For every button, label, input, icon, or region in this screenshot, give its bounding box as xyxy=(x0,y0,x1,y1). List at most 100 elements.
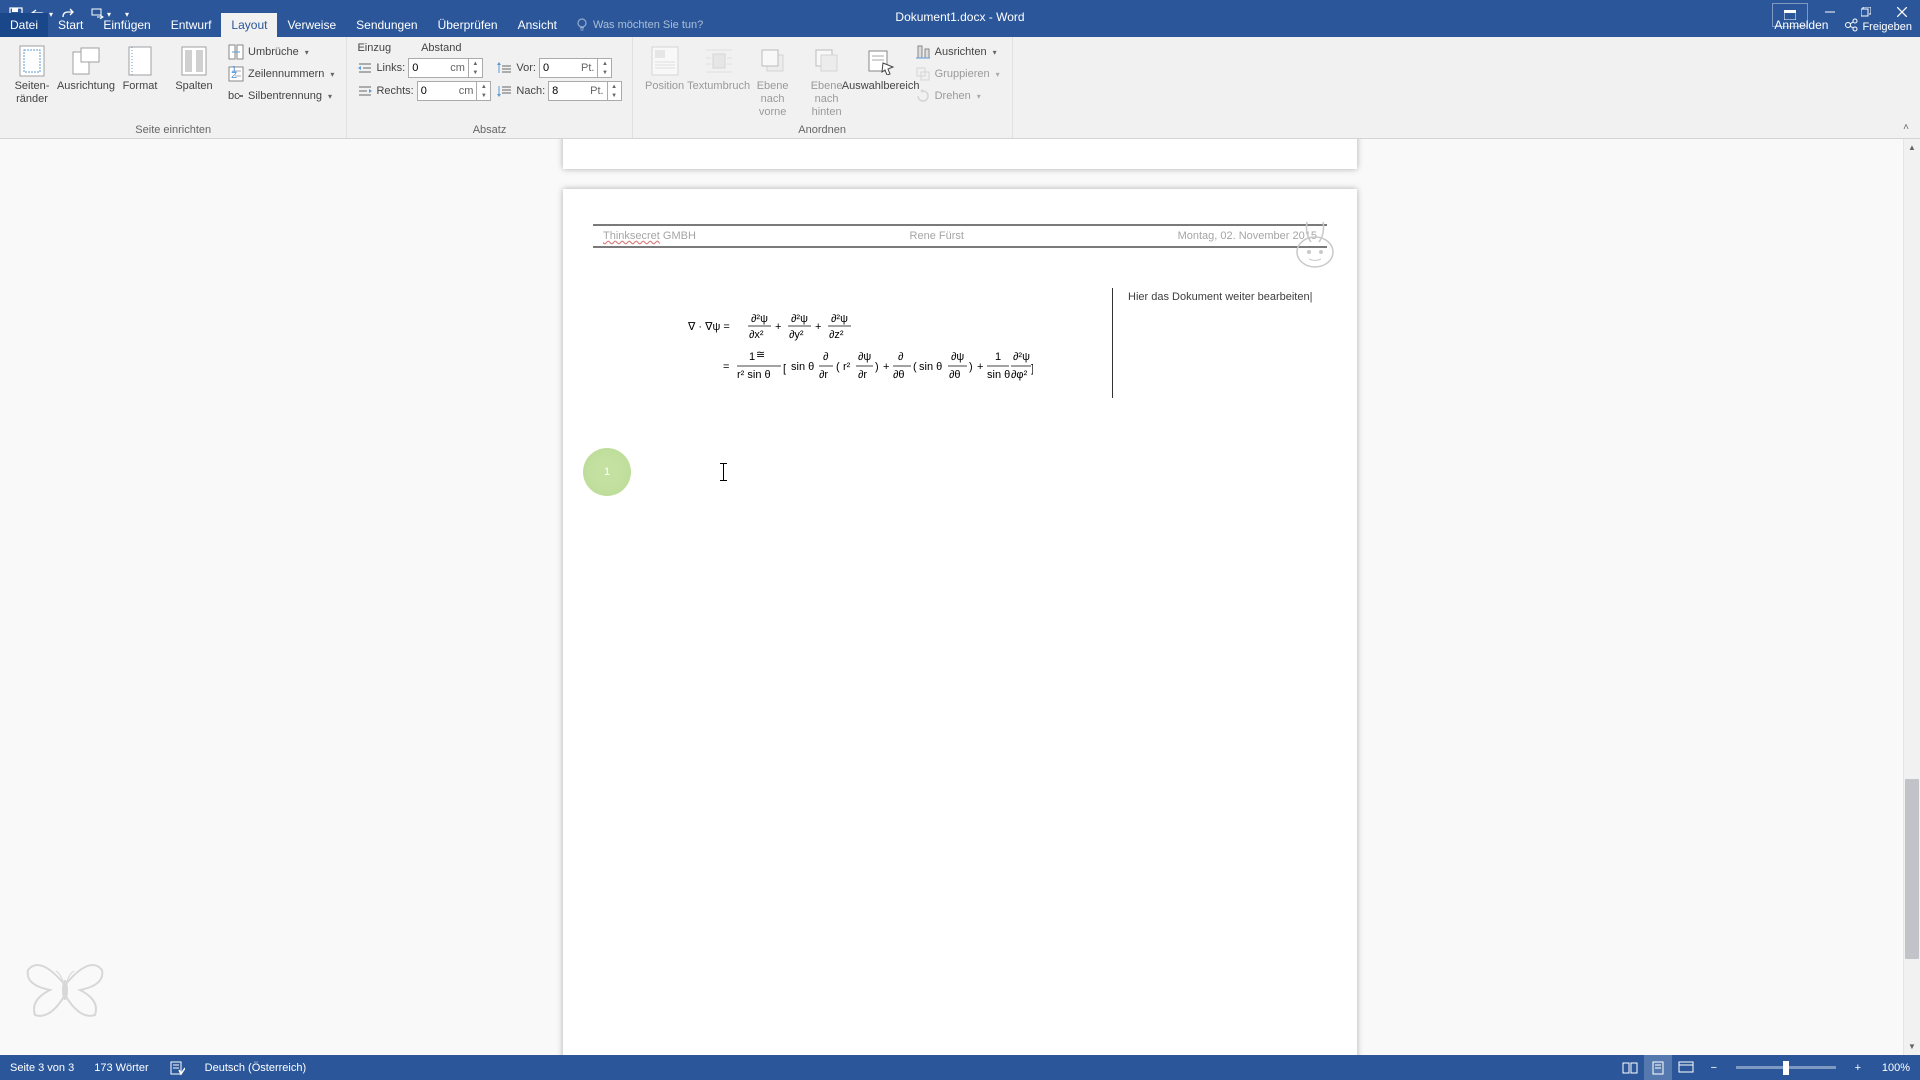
svg-text:sin θ: sin θ xyxy=(919,361,942,373)
svg-text:+: + xyxy=(977,361,983,373)
svg-text:∂r: ∂r xyxy=(819,369,828,381)
text-cursor-icon xyxy=(723,463,724,481)
orientation-icon xyxy=(70,45,102,77)
page-body: ∇ · ∇ψ = ∂²ψ∂x² + ∂²ψ∂y² + ∂²ψ∂z² = 1≅r²… xyxy=(593,288,1327,398)
svg-text:bc: bc xyxy=(228,90,240,102)
header-author: Rene Fürst xyxy=(910,230,964,242)
svg-text:∂ψ: ∂ψ xyxy=(951,351,964,363)
svg-text:): ) xyxy=(969,361,973,373)
tab-verweise[interactable]: Verweise xyxy=(277,13,346,37)
svg-text:r²: r² xyxy=(843,361,851,373)
scroll-thumb[interactable] xyxy=(1905,779,1919,959)
position-icon xyxy=(649,45,681,77)
svg-text:∂²ψ: ∂²ψ xyxy=(791,313,808,325)
svg-text:sin θ: sin θ xyxy=(987,369,1010,381)
tab-einfuegen[interactable]: Einfügen xyxy=(93,13,160,37)
tab-layout[interactable]: Layout xyxy=(221,13,277,37)
svg-text:∂: ∂ xyxy=(898,351,904,363)
proofing-icon xyxy=(169,1060,185,1076)
spalten-button[interactable]: Spalten xyxy=(168,40,220,122)
svg-text:[: [ xyxy=(783,363,786,375)
svg-text:∂: ∂ xyxy=(823,351,829,363)
auswahlbereich-button[interactable]: Auswahlbereich xyxy=(855,40,907,122)
links-spinner[interactable]: cm▲▼ xyxy=(408,58,483,78)
freigeben-button[interactable]: Freigeben xyxy=(1836,13,1920,38)
silbentrennung-button[interactable]: bcSilbentrennung▾ xyxy=(224,86,338,106)
svg-text:(: ( xyxy=(836,361,840,373)
zoom-level[interactable]: 100% xyxy=(1872,1055,1920,1080)
document-area: S. 1 Rene Fürst Thinksecret GMBH Rene Fü… xyxy=(0,139,1920,1055)
scroll-up-button[interactable]: ▲ xyxy=(1904,139,1920,156)
svg-text:1: 1 xyxy=(995,351,1001,363)
status-words[interactable]: 173 Wörter xyxy=(84,1055,158,1080)
status-page[interactable]: Seite 3 von 3 xyxy=(0,1055,84,1080)
spacing-before-icon xyxy=(497,60,513,76)
status-language[interactable]: Deutsch (Österreich) xyxy=(195,1055,316,1080)
page-header: Thinksecret GMBH Rene Fürst Montag, 02. … xyxy=(593,224,1327,248)
svg-text:∂y²: ∂y² xyxy=(789,329,804,341)
drehen-button: Drehen▾ xyxy=(911,86,1004,106)
vor-label: Vor: xyxy=(516,62,536,74)
body-left-column[interactable]: ∇ · ∇ψ = ∂²ψ∂x² + ∂²ψ∂y² + ∂²ψ∂z² = 1≅r²… xyxy=(593,288,1112,398)
spacing-after-icon xyxy=(497,83,513,99)
view-print-button[interactable] xyxy=(1644,1055,1672,1080)
breaks-icon xyxy=(228,44,244,60)
margins-icon xyxy=(16,45,48,77)
body-right-sidebar[interactable]: Hier das Dokument weiter bearbeiten| xyxy=(1112,288,1327,398)
vertical-scrollbar[interactable]: ▲ ▼ xyxy=(1903,139,1920,1055)
svg-text:(: ( xyxy=(913,361,917,373)
zoom-slider-thumb[interactable] xyxy=(1783,1061,1789,1075)
gruppieren-button: Gruppieren▾ xyxy=(911,64,1004,84)
header-company: Thinksecret GMBH xyxy=(603,230,696,242)
wrap-text-icon xyxy=(703,45,735,77)
textumbruch-button: Textumbruch xyxy=(693,40,745,122)
ausrichten-button[interactable]: Ausrichten▾ xyxy=(911,42,1004,62)
svg-text:r² sin θ: r² sin θ xyxy=(737,369,771,381)
scroll-down-button[interactable]: ▼ xyxy=(1904,1038,1920,1055)
nach-spinner[interactable]: Pt.▲▼ xyxy=(548,81,621,101)
ribbon: Seiten- ränder Ausrichtung Format Spalte… xyxy=(0,37,1920,139)
send-backward-icon xyxy=(811,45,843,77)
group-icon xyxy=(915,66,931,82)
indent-right-icon xyxy=(357,83,373,99)
zoom-slider[interactable] xyxy=(1736,1066,1836,1069)
tab-datei[interactable]: Datei xyxy=(0,13,48,37)
collapse-ribbon-button[interactable]: ˄ xyxy=(1896,120,1916,134)
umbrueche-button[interactable]: Umbrüche▾ xyxy=(224,42,338,62)
tell-me-search[interactable]: Was möchten Sie tun? xyxy=(567,13,711,37)
page-current[interactable]: Thinksecret GMBH Rene Fürst Montag, 02. … xyxy=(563,189,1357,1055)
rechts-spinner[interactable]: cm▲▼ xyxy=(417,81,492,101)
svg-text:∂²ψ: ∂²ψ xyxy=(751,313,768,325)
view-read-button[interactable] xyxy=(1616,1055,1644,1080)
document-title: Dokument1.docx - Word xyxy=(895,10,1024,24)
anmelden-button[interactable]: Anmelden xyxy=(1766,13,1836,37)
svg-text:∂x²: ∂x² xyxy=(749,329,764,341)
svg-text:]: ] xyxy=(1031,363,1033,375)
tab-ansicht[interactable]: Ansicht xyxy=(508,13,567,37)
butterfly-watermark-icon xyxy=(20,945,110,1025)
indent-left-icon xyxy=(357,60,373,76)
status-proofing[interactable] xyxy=(159,1055,195,1080)
hyphenation-icon: bc xyxy=(228,88,244,104)
tab-entwurf[interactable]: Entwurf xyxy=(161,13,222,37)
zoom-out-button[interactable]: − xyxy=(1700,1055,1728,1080)
svg-text:≅: ≅ xyxy=(756,349,765,361)
svg-text:∇ · ∇ψ =: ∇ · ∇ψ = xyxy=(687,321,730,333)
zoom-in-button[interactable]: + xyxy=(1844,1055,1872,1080)
seitenraender-button[interactable]: Seiten- ränder xyxy=(6,40,58,122)
ausrichtung-button[interactable]: Ausrichtung xyxy=(60,40,112,122)
zeilennummern-button[interactable]: 12Zeilennummern▾ xyxy=(224,64,338,84)
vor-spinner[interactable]: Pt.▲▼ xyxy=(539,58,612,78)
ebene-hinten-button: Ebene nach hinten xyxy=(801,40,853,122)
tab-start[interactable]: Start xyxy=(48,13,93,37)
svg-text:+: + xyxy=(883,361,889,373)
format-button[interactable]: Format xyxy=(114,40,166,122)
share-icon xyxy=(1844,18,1858,32)
svg-text:∂φ²: ∂φ² xyxy=(1011,369,1028,381)
tab-ueberpruefen[interactable]: Überprüfen xyxy=(428,13,508,37)
view-web-button[interactable] xyxy=(1672,1055,1700,1080)
title-bar: ▾ ▾ ▾ Dokument1.docx - Word Datei Start … xyxy=(0,0,1920,37)
ribbon-tabs: Datei Start Einfügen Entwurf Layout Verw… xyxy=(0,13,711,37)
tab-sendungen[interactable]: Sendungen xyxy=(346,13,427,37)
align-icon xyxy=(915,44,931,60)
